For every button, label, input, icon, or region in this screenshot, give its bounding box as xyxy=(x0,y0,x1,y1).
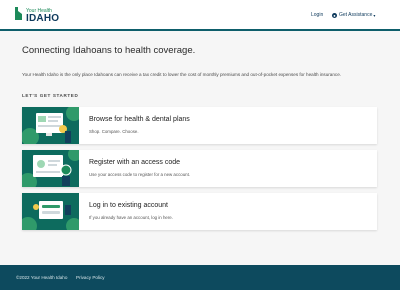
site-footer: ©2022 Your Health Idaho Privacy Policy xyxy=(0,265,400,290)
login-existing-account-card[interactable]: Log in to existing account If you alread… xyxy=(22,193,377,230)
copyright-text: ©2022 Your Health Idaho xyxy=(16,275,68,280)
login-link[interactable]: Login xyxy=(311,12,323,18)
browse-plans-card[interactable]: Browse for health & dental plans Shop. C… xyxy=(22,107,377,144)
privacy-policy-link[interactable]: Privacy Policy xyxy=(76,275,105,280)
page-title: Connecting Idahoans to health coverage. xyxy=(22,45,196,56)
card-title: Browse for health & dental plans xyxy=(89,116,190,123)
register-access-code-card[interactable]: Register with an access code Use your ac… xyxy=(22,150,377,187)
get-assistance-label: Get Assistance xyxy=(339,12,373,18)
card-description: Use your access code to register for a n… xyxy=(89,172,191,177)
site-header: Your Health IDAHO Login ● Get Assistance… xyxy=(0,0,400,29)
chevron-down-icon: ▾ xyxy=(373,12,376,18)
access-code-illustration xyxy=(22,150,79,187)
card-description: If you already have an account, log in h… xyxy=(89,215,173,220)
person-icon: ● xyxy=(332,12,337,18)
header-divider xyxy=(0,29,400,31)
get-assistance-menu[interactable]: ● Get Assistance ▾ xyxy=(332,11,375,19)
section-heading: LET'S GET STARTED xyxy=(22,93,79,98)
card-title: Register with an access code xyxy=(89,159,181,166)
card-description: Shop. Compare. Choose. xyxy=(89,129,139,134)
login-illustration xyxy=(22,193,79,230)
logo-wordmark: IDAHO xyxy=(26,13,60,24)
card-title: Log in to existing account xyxy=(89,202,168,209)
browse-plans-illustration xyxy=(22,107,79,144)
page-subtitle: Your Health Idaho is the only place Idah… xyxy=(22,72,342,77)
idaho-state-icon xyxy=(15,7,22,20)
